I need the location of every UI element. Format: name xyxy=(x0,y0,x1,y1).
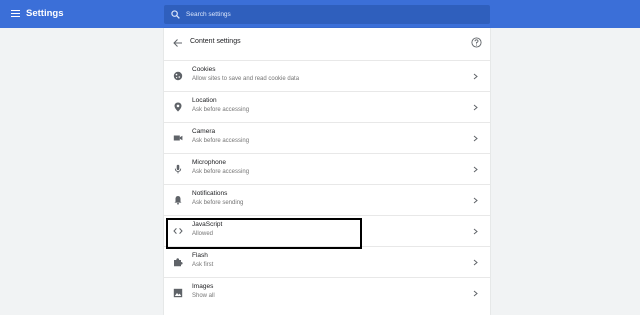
help-icon[interactable] xyxy=(471,37,482,48)
puzzle-icon xyxy=(174,258,183,267)
settings-row-flash[interactable]: Flash Ask first xyxy=(164,246,490,277)
top-app-bar: Settings Search settings xyxy=(0,0,640,28)
back-arrow-icon[interactable] xyxy=(173,38,183,48)
row-title: Location xyxy=(192,97,217,104)
camera-icon xyxy=(173,135,183,141)
row-subtitle: Ask before accessing xyxy=(192,138,250,144)
row-title: Microphone xyxy=(192,159,226,166)
row-title: Cookies xyxy=(192,66,216,73)
settings-row-images[interactable]: Images Show all xyxy=(164,277,490,308)
menu-icon[interactable] xyxy=(11,10,20,18)
javascript-highlight-box xyxy=(166,218,362,249)
row-title: Camera xyxy=(192,128,216,135)
bell-icon xyxy=(174,196,182,205)
search-input[interactable]: Search settings xyxy=(186,5,231,24)
chevron-right-icon xyxy=(473,135,478,142)
microphone-icon xyxy=(174,164,182,174)
row-title: Flash xyxy=(192,252,208,259)
panel-header: Content settings xyxy=(164,28,490,58)
row-subtitle: Show all xyxy=(192,293,215,299)
row-title: Notifications xyxy=(192,190,228,197)
row-subtitle: Ask before accessing xyxy=(192,169,250,175)
chevron-right-icon xyxy=(473,228,478,235)
settings-row-camera[interactable]: Camera Ask before accessing xyxy=(164,122,490,153)
row-subtitle: Ask before sending xyxy=(192,200,244,206)
chevron-right-icon xyxy=(473,104,478,111)
row-subtitle: Ask first xyxy=(192,262,214,268)
row-subtitle: Allow sites to save and read cookie data xyxy=(192,76,300,82)
row-title: Images xyxy=(192,283,214,290)
cookie-icon xyxy=(173,71,183,81)
row-subtitle: Ask before accessing xyxy=(192,107,250,113)
chevron-right-icon xyxy=(473,73,478,80)
location-pin-icon xyxy=(174,102,182,112)
image-icon xyxy=(173,288,183,298)
settings-row-cookies[interactable]: Cookies Allow sites to save and read coo… xyxy=(164,60,490,91)
settings-row-location[interactable]: Location Ask before accessing xyxy=(164,91,490,122)
content-settings-panel: Content settings Cookies Allow sites to … xyxy=(164,28,490,315)
chevron-right-icon xyxy=(473,259,478,266)
settings-row-microphone[interactable]: Microphone Ask before accessing xyxy=(164,153,490,184)
chevron-right-icon xyxy=(473,290,478,297)
search-box[interactable]: Search settings xyxy=(164,5,490,24)
app-title: Settings xyxy=(26,8,64,19)
chevron-right-icon xyxy=(473,197,478,204)
page-title: Content settings xyxy=(190,38,241,45)
settings-row-notifications[interactable]: Notifications Ask before sending xyxy=(164,184,490,215)
search-icon xyxy=(171,10,180,19)
chevron-right-icon xyxy=(473,166,478,173)
